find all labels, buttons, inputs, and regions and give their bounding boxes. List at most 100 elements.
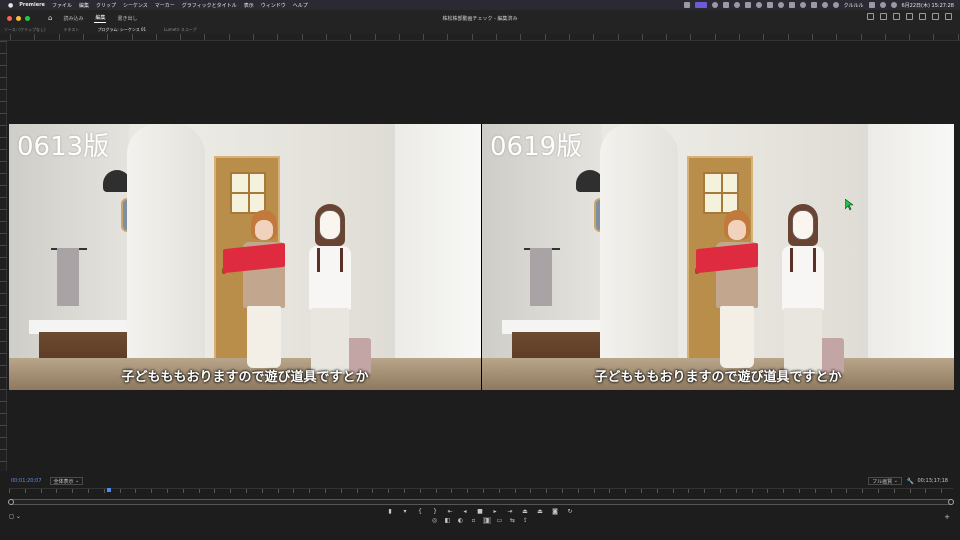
timeline-tick xyxy=(167,489,168,493)
program-viewer[interactable]: 0613版 子どもももおりますので遊び道具ですとか 0619版 子どもももおりま… xyxy=(9,124,954,390)
tray-bluetooth-icon[interactable] xyxy=(799,2,806,8)
scrollbar-left-handle[interactable] xyxy=(8,499,14,505)
horizontal-ruler[interactable] xyxy=(0,34,960,41)
tray-app-icon[interactable] xyxy=(744,2,751,8)
transparency-grid-icon[interactable]: ▭ xyxy=(496,517,504,524)
tray-user-icon[interactable] xyxy=(832,2,839,8)
tray-app-icon[interactable] xyxy=(755,2,762,8)
tray-wifi-icon[interactable] xyxy=(821,2,828,8)
comparison-active-icon[interactable]: ◨ xyxy=(482,517,491,524)
share-frame-icon[interactable]: ⇪ xyxy=(522,517,530,524)
timeline-tick xyxy=(577,489,579,493)
quick-export-icon[interactable] xyxy=(880,13,887,20)
timeline-tick xyxy=(88,489,89,493)
extract-icon[interactable]: ⏏ xyxy=(536,508,544,515)
monitor-time-ruler[interactable] xyxy=(9,488,953,496)
playback-resolution-select[interactable]: フル画質 ⌄ xyxy=(868,477,902,485)
menu-file[interactable]: ファイル xyxy=(52,2,72,9)
window-settings-icon[interactable] xyxy=(932,13,939,20)
ruler-tick xyxy=(180,34,182,40)
playhead-timecode[interactable]: 00;01;20;07 xyxy=(11,478,42,484)
wrench-icon[interactable]: 🔧 xyxy=(907,478,914,485)
workspaces-icon[interactable] xyxy=(867,13,874,20)
tray-app-icon[interactable] xyxy=(711,2,718,8)
mark-in-icon[interactable]: { xyxy=(416,508,424,515)
scrollbar-right-handle[interactable] xyxy=(948,499,954,505)
menubar-clock[interactable]: 6月22日(木) 15:27:28 xyxy=(902,2,955,9)
zoom-level-select[interactable]: 全体表示 ⌄ xyxy=(49,477,84,485)
menu-window[interactable]: ウィンドウ xyxy=(261,2,286,9)
menu-graphics[interactable]: グラフィックとタイトル xyxy=(182,2,237,9)
home-icon[interactable]: ⌂ xyxy=(48,14,52,22)
zoom-scrollbar[interactable] xyxy=(8,499,954,505)
comparison-view-icon[interactable]: ◧ xyxy=(444,517,452,524)
progress-icon[interactable] xyxy=(906,13,913,20)
lift-icon[interactable]: ⏏ xyxy=(521,508,529,515)
safe-margins-icon[interactable]: ◎ xyxy=(431,517,439,524)
tray-siri-icon[interactable] xyxy=(890,2,897,8)
menu-clip[interactable]: クリップ xyxy=(96,2,116,9)
tray-battery-icon[interactable] xyxy=(788,2,795,8)
mark-out-icon[interactable]: } xyxy=(431,508,439,515)
marker-icon[interactable]: ▾ xyxy=(401,508,409,515)
menu-edit[interactable]: 編集 xyxy=(79,2,89,9)
video-frame-right: 0619版 子どもももおりますので遊び道具ですとか xyxy=(482,124,954,390)
timeline-tick xyxy=(151,489,153,493)
tray-app-icon[interactable] xyxy=(777,2,784,8)
timeline-tick xyxy=(735,489,737,493)
button-editor-plus-icon[interactable]: + xyxy=(944,513,950,521)
workspace-tab-edit[interactable]: 編集 xyxy=(94,13,107,23)
go-to-out-icon[interactable]: ⇥ xyxy=(506,508,514,515)
export-frame-camera-icon[interactable]: ◙ xyxy=(551,508,559,515)
timeline-tick xyxy=(878,489,879,493)
menu-view[interactable]: 表示 xyxy=(244,2,254,9)
menu-help[interactable]: ヘルプ xyxy=(293,2,308,9)
document-title: 株松株部動画チェック - 編集済み xyxy=(442,15,518,22)
person-illustrated xyxy=(299,204,361,374)
overlay-icon[interactable]: ▫ xyxy=(470,517,478,524)
vertical-ruler[interactable] xyxy=(0,41,7,471)
tray-app-active-icon[interactable] xyxy=(694,2,707,8)
close-window-button[interactable] xyxy=(7,15,12,21)
go-to-in-icon[interactable]: ⇤ xyxy=(446,508,454,515)
stop-icon[interactable]: ■ xyxy=(476,508,484,515)
ruler-tick xyxy=(131,34,134,40)
menu-marker[interactable]: マーカー xyxy=(155,2,175,9)
tab-program[interactable]: プログラム: シーケンス 01 xyxy=(97,27,146,33)
ruler-tick xyxy=(398,34,401,40)
tray-app-icon[interactable] xyxy=(722,2,729,8)
tray-app-icon[interactable] xyxy=(766,2,773,8)
tab-source[interactable]: ソース: (クリップなし) xyxy=(4,27,46,33)
workspace-tab-import[interactable]: 読み込み xyxy=(62,14,84,23)
tray-control-center-icon[interactable] xyxy=(868,2,875,8)
timeline-tick xyxy=(135,489,137,493)
playhead-indicator[interactable] xyxy=(107,488,111,492)
step-forward-icon[interactable]: ▸ xyxy=(491,508,499,515)
monitor-settings-icon[interactable]: ◻ ⌄ xyxy=(9,513,21,520)
tray-app-icon[interactable] xyxy=(733,2,740,8)
tab-lumetri-scopes[interactable]: Lumetri スコープ xyxy=(164,27,196,33)
minimize-window-button[interactable] xyxy=(16,15,21,21)
panel-menu-icon[interactable] xyxy=(919,13,926,20)
loop-icon[interactable]: ↻ xyxy=(566,508,574,515)
tab-text[interactable]: テキスト xyxy=(64,27,80,33)
vr-icon[interactable]: ◐ xyxy=(457,517,465,524)
tray-bell-icon[interactable] xyxy=(683,2,690,8)
menu-sequence[interactable]: シーケンス xyxy=(123,2,148,9)
ruler-tick xyxy=(0,341,7,342)
menu-app-name[interactable]: Premiere xyxy=(19,2,45,8)
tray-volume-icon[interactable] xyxy=(810,2,817,8)
add-marker-icon[interactable]: ▮ xyxy=(386,508,394,515)
workspace-tab-export[interactable]: 書き出し xyxy=(116,14,138,23)
share-icon[interactable] xyxy=(893,13,900,20)
tray-user-name[interactable]: クルルル xyxy=(844,2,864,9)
timeline-tick xyxy=(483,489,484,493)
tray-search-icon[interactable] xyxy=(879,2,886,8)
ruler-tick xyxy=(0,389,7,390)
timeline-tick xyxy=(641,489,642,493)
zoom-window-button[interactable] xyxy=(25,15,30,21)
proxy-toggle-icon[interactable]: ⇆ xyxy=(509,517,517,524)
fullscreen-icon[interactable] xyxy=(945,13,952,20)
step-back-icon[interactable]: ◂ xyxy=(461,508,469,515)
apple-icon[interactable]: ● xyxy=(8,2,13,9)
